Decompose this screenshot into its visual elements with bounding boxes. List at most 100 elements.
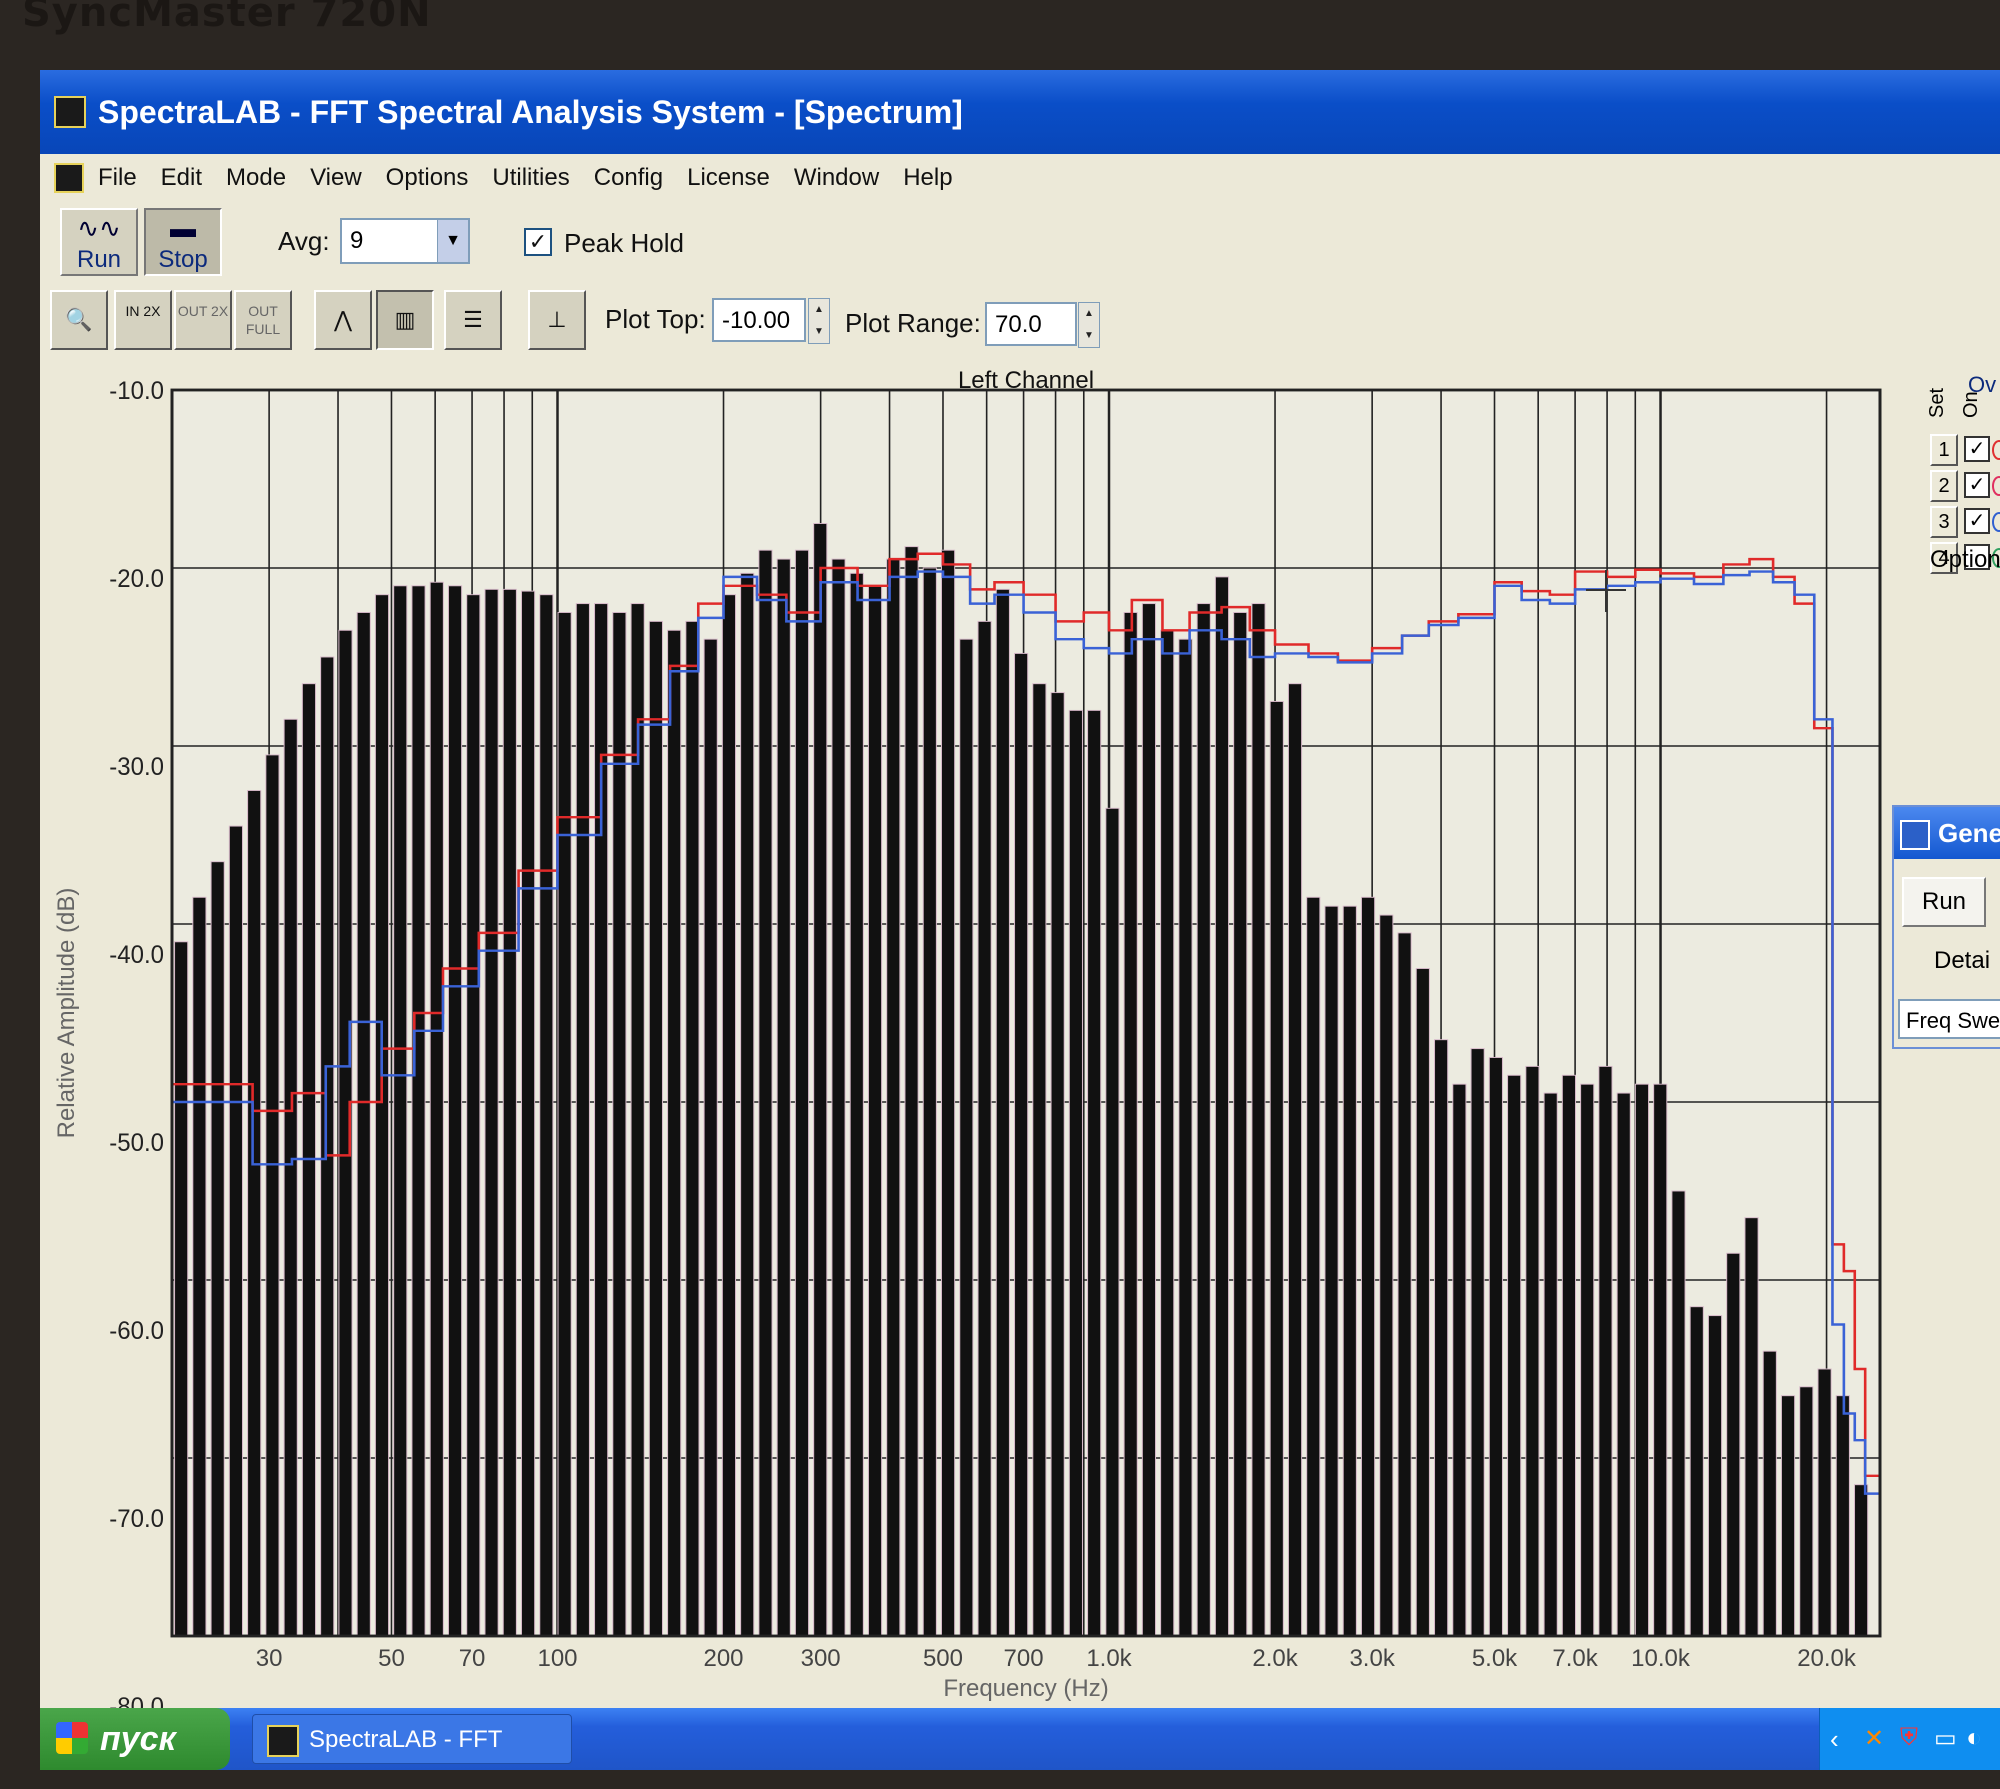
spectrum-bar [977,620,992,1637]
stop-button[interactable]: ▬ Stop [144,208,222,276]
generator-mode-select[interactable]: Freq Swe [1898,999,2000,1039]
spectrum-bar [959,638,974,1637]
settings-panel-icon[interactable]: ☰ [444,290,502,350]
spectrum-chart[interactable]: -10.0 -20.0 -30.0 -40.0 -50.0 -60.0 -70.0 -80.0… [40,367,2000,1721]
overlay-row: 2 ✓ [1930,470,2000,502]
menu-utilities[interactable]: Utilities [492,164,569,192]
overlay-on-checkbox[interactable]: ✓ [1964,472,1990,498]
spectrum-bar [776,558,791,1637]
plot-top-spinner[interactable]: ▲ ▼ [808,298,830,344]
y-tick-label: -50.0 [109,1130,164,1158]
overlay-on-checkbox[interactable]: ✓ [1964,508,1990,534]
menu-window[interactable]: Window [794,164,879,192]
peak-hold-checkbox[interactable]: ✓ [524,228,552,256]
zoom-in-2x-button[interactable]: IN 2X [114,290,172,350]
overlay-options-button[interactable]: Option [1930,546,2000,574]
spectrum-bar [1561,1074,1576,1637]
windows-logo-icon [56,1722,88,1754]
menu-view[interactable]: View [310,164,362,192]
menu-mode[interactable]: Mode [226,164,286,192]
spectrum-bar [521,590,536,1637]
spectrum-bar [1707,1315,1723,1637]
menu-config[interactable]: Config [594,164,663,192]
generator-titlebar[interactable]: Gene [1894,807,2000,859]
plot-range-input[interactable]: 70.0 [985,302,1077,346]
spectrum-bar [210,861,225,1637]
window-title: SpectraLAB - FFT Spectral Analysis Syste… [98,93,963,130]
menu-edit[interactable]: Edit [161,164,202,192]
spectrum-bar [411,585,426,1637]
run-button-label: Run [76,246,122,273]
overlay-row: 3 ✓ [1930,506,2000,538]
spectrum-bar [1470,1048,1485,1637]
spectrum-bar [1360,896,1376,1637]
generator-details-button[interactable]: Detai [1934,947,1990,975]
zoom-out-2x-button[interactable]: OUT 2X [174,290,232,350]
avg-value: 9 [350,227,364,254]
monitor-icon[interactable]: ▭ [1934,1724,1957,1753]
spectrum-bar [1653,1083,1668,1637]
generator-run-button[interactable]: Run [1902,877,1986,927]
x-tick-label: 10.0k [1631,1645,1691,1672]
zoom-in-label: IN 2X [125,303,161,319]
spectrum-bar [1105,807,1120,1637]
tray-expand-icon[interactable]: ‹ [1830,1724,1839,1755]
generator-title: Gene [1938,818,2000,848]
spectrum-bar [1580,1083,1595,1637]
plot-range-label: Plot Range: [845,308,981,338]
chevron-down-icon[interactable]: ▼ [437,220,468,262]
x-tick-label: 1.0k [1086,1645,1132,1672]
plot-top-input[interactable]: -10.00 [712,298,806,342]
speaker-icon[interactable]: ◐ [1966,1722,1982,1753]
x-tick-label: 300 [801,1645,841,1672]
taskbar-spectralab[interactable]: SpectraLAB - FFT Spe... [252,1714,572,1764]
bar-plot-icon[interactable]: ▥ [376,290,434,350]
x-tick-label: 5.0k [1472,1645,1518,1672]
plot-area: -10.0 -20.0 -30.0 -40.0 -50.0 -60.0 -70.0 -80.0… [40,367,2000,1721]
vertical-range-icon[interactable]: ⊥ [528,290,586,350]
start-button[interactable]: пуск [40,1708,230,1770]
spectrum-bar [794,549,810,1637]
line-plot-icon[interactable]: ⋀ [314,290,372,350]
overlay-on-checkbox[interactable]: ✓ [1964,436,1990,462]
y-tick-label: -70.0 [109,1506,164,1534]
x-tick-label: 500 [923,1645,963,1672]
overlay-set-button[interactable]: 1 [1930,434,1958,466]
avg-select[interactable]: 9 ▼ [340,218,470,264]
overlay-set-button[interactable]: 3 [1930,506,1958,538]
menu-options[interactable]: Options [386,164,469,192]
network-icon[interactable]: ✕ [1864,1724,1884,1753]
spectrum-bar [1397,932,1412,1637]
avg-label: Avg: [278,226,330,256]
overlay-set-button[interactable]: 2 [1930,470,1958,502]
main-toolbar: ∿∿ Run ▬ Stop Avg: 9 ▼ ✓ Peak Hold [40,202,2000,284]
menu-license[interactable]: License [687,164,770,192]
overlay-panel: Ov Set On 1 ✓ 2 ✓ 3 ✓ 4 Option [1920,368,2000,578]
spectrum-bar [1525,1065,1540,1637]
spectrum-bar [320,656,335,1637]
spectrum-bar [1780,1395,1796,1637]
spectrum-bar [484,588,499,1637]
window-titlebar[interactable]: SpectraLAB - FFT Spectral Analysis Syste… [40,70,2000,154]
spectrum-bar [758,549,773,1637]
spectrum-bar [1379,914,1394,1637]
spectrum-bar [667,629,682,1637]
menu-file[interactable]: File [98,164,137,192]
document-icon[interactable] [54,163,84,193]
zoom-full-button[interactable]: OUT FULL [234,290,292,350]
spectrum-bar [447,585,463,1637]
app-icon [267,1725,299,1757]
zoom-icon[interactable]: 🔍 [50,290,108,350]
run-button[interactable]: ∿∿ Run [60,208,138,276]
spectrum-bar [721,594,737,1637]
plot-range-spinner[interactable]: ▲ ▼ [1078,302,1100,348]
shield-icon[interactable]: ⛨ [1900,1724,1918,1752]
y-tick-label: -30.0 [109,754,164,782]
taskbar-item-label: SpectraLAB - FFT Spe... [309,1726,502,1753]
set-column-label: Set [1926,387,1948,418]
start-label: пуск [100,1720,176,1758]
menu-help[interactable]: Help [903,164,952,192]
x-tick-label: 7.0k [1552,1645,1598,1672]
spectrum-bar [922,567,937,1637]
plot-range-value: 70.0 [995,311,1042,338]
